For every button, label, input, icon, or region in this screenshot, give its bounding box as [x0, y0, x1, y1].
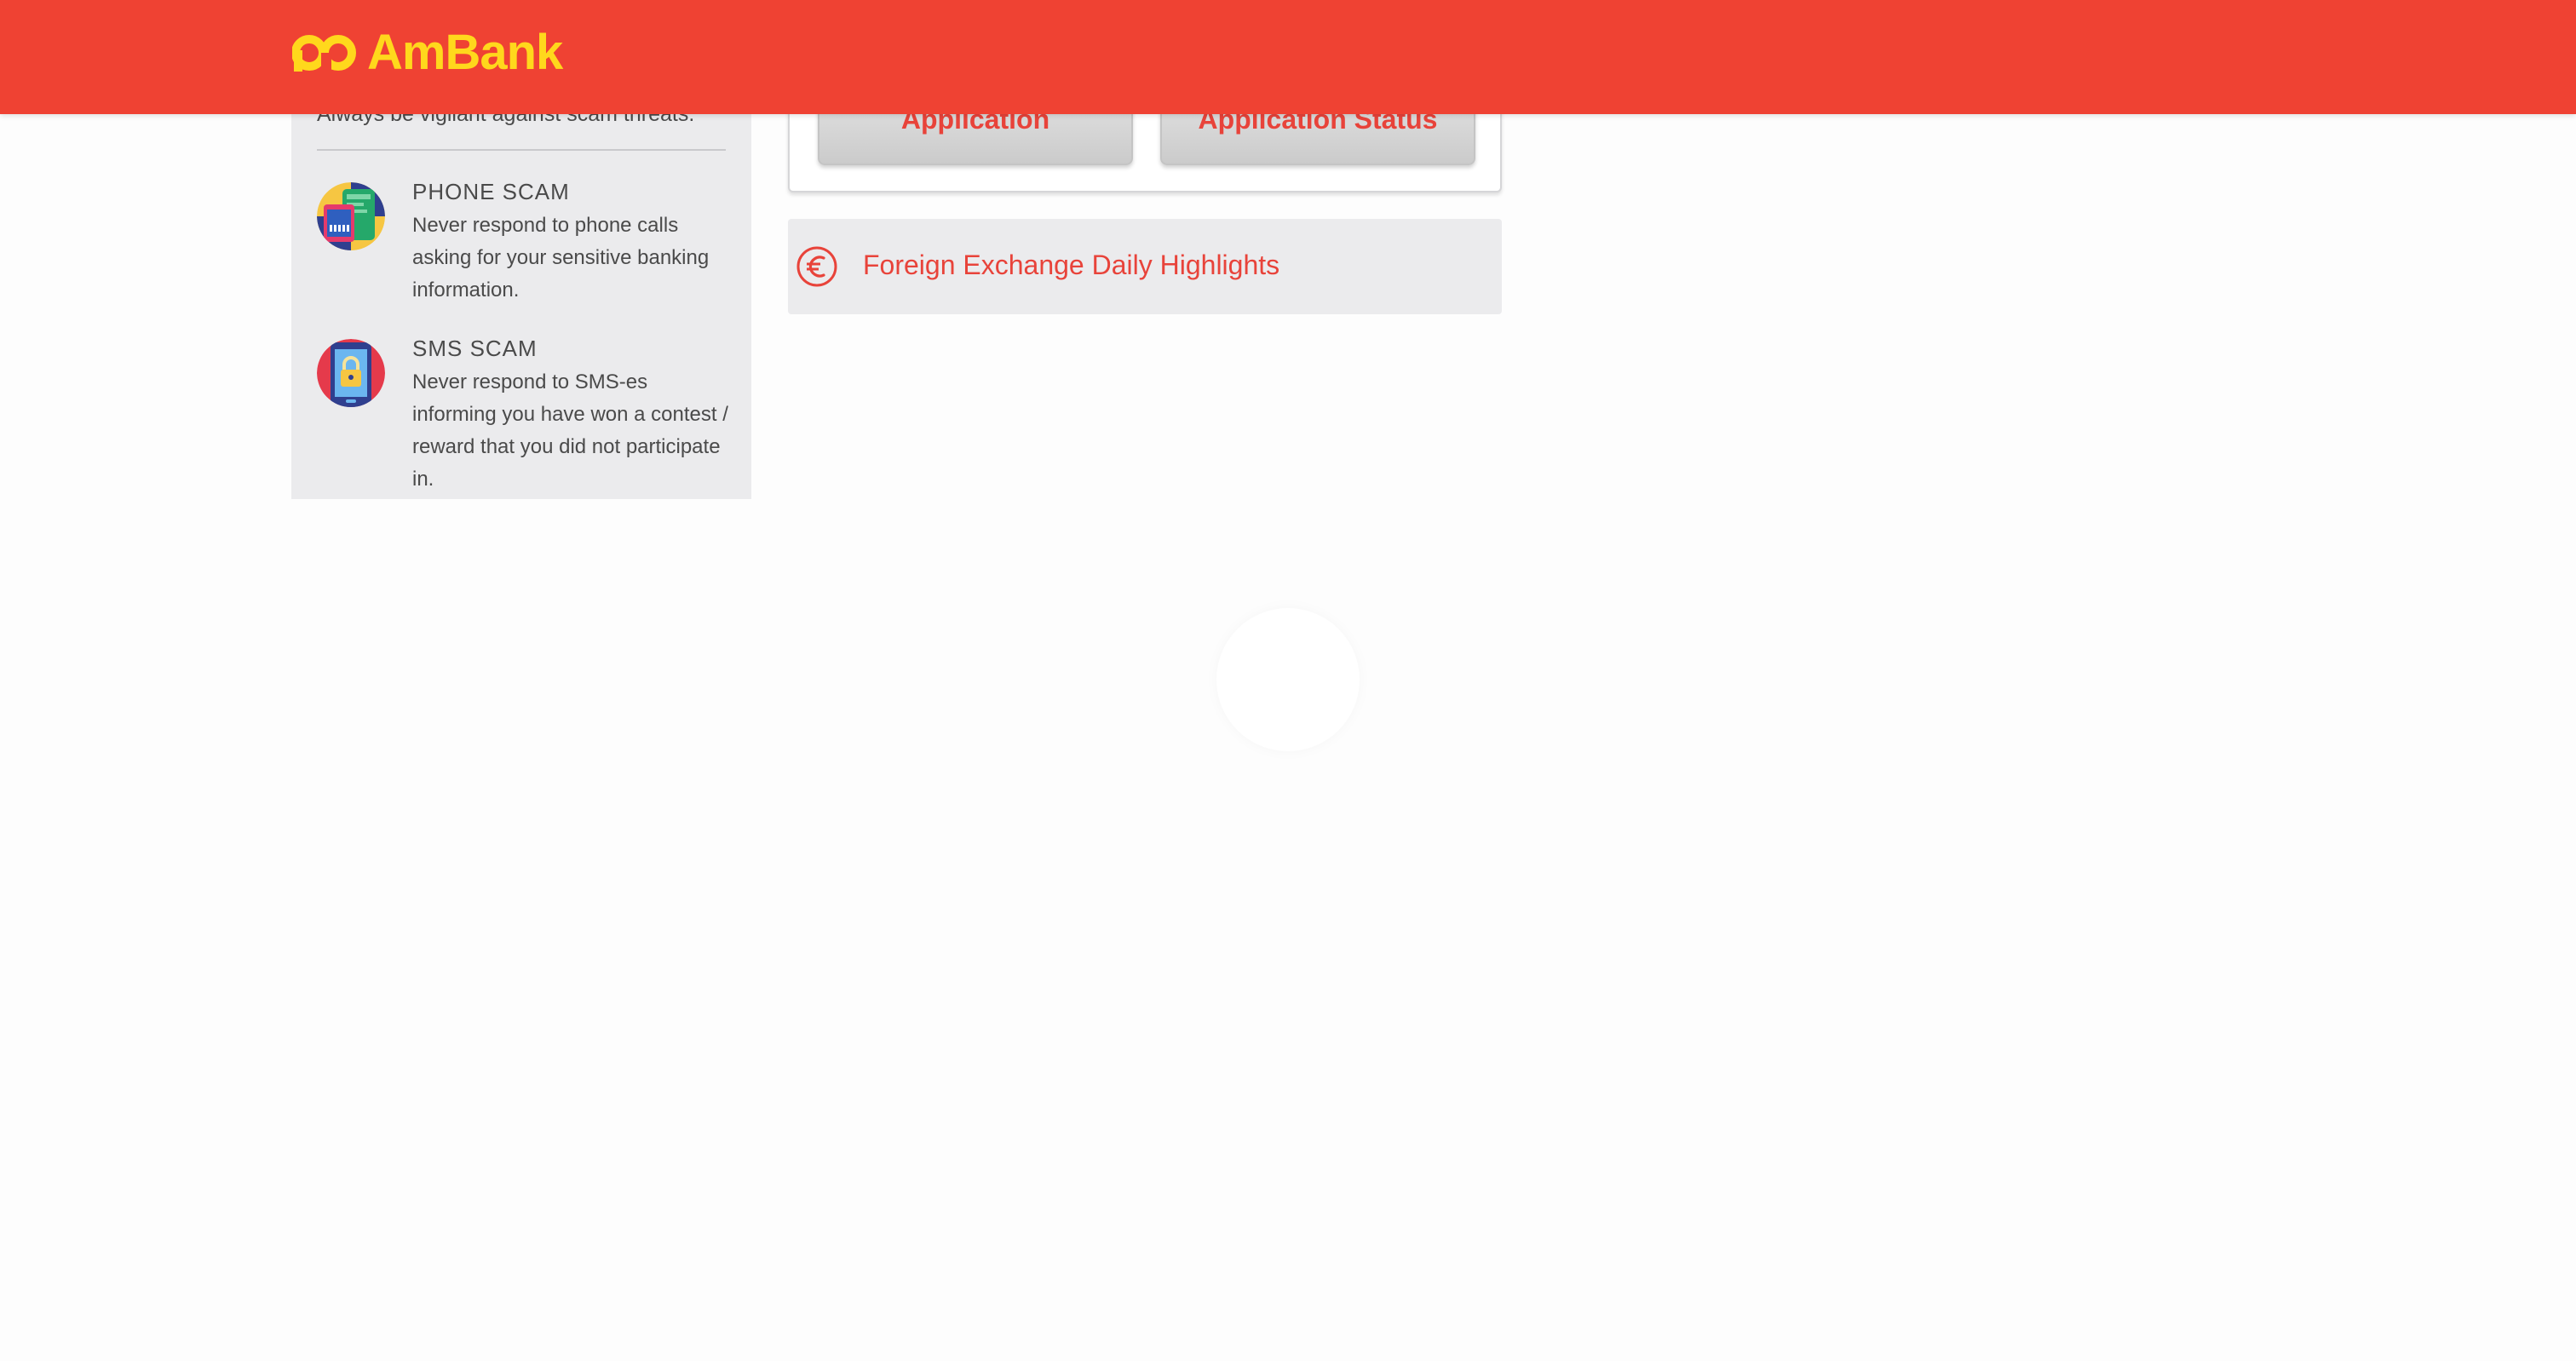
fx-daily-highlights-label: Foreign Exchange Daily Highlights	[863, 250, 1280, 280]
fx-daily-highlights-link[interactable]: Foreign Exchange Daily Highlights	[788, 219, 1502, 314]
scam-awareness-panel: Always be vigilant against scam threats.	[291, 68, 751, 499]
ambank-logo[interactable]: AmBank	[292, 25, 563, 80]
sms-scam-description: Never respond to SMS-es informing you ha…	[412, 370, 728, 491]
loading-spinner	[1216, 608, 1360, 751]
ambank-logo-icon	[292, 35, 356, 72]
top-header: AmBank	[0, 0, 2576, 114]
phone-scam-title: PHONE SCAM	[412, 179, 570, 204]
sms-scam-icon	[317, 339, 385, 407]
euro-icon	[796, 245, 838, 288]
phone-scam-icon	[317, 182, 385, 250]
page: Always be vigilant against scam threats.	[0, 0, 2576, 1361]
phone-scam-description: Never respond to phone calls asking for …	[412, 214, 710, 301]
divider	[317, 149, 726, 151]
sms-scam-title: SMS SCAM	[412, 336, 538, 361]
brand-name: AmBank	[367, 25, 563, 80]
